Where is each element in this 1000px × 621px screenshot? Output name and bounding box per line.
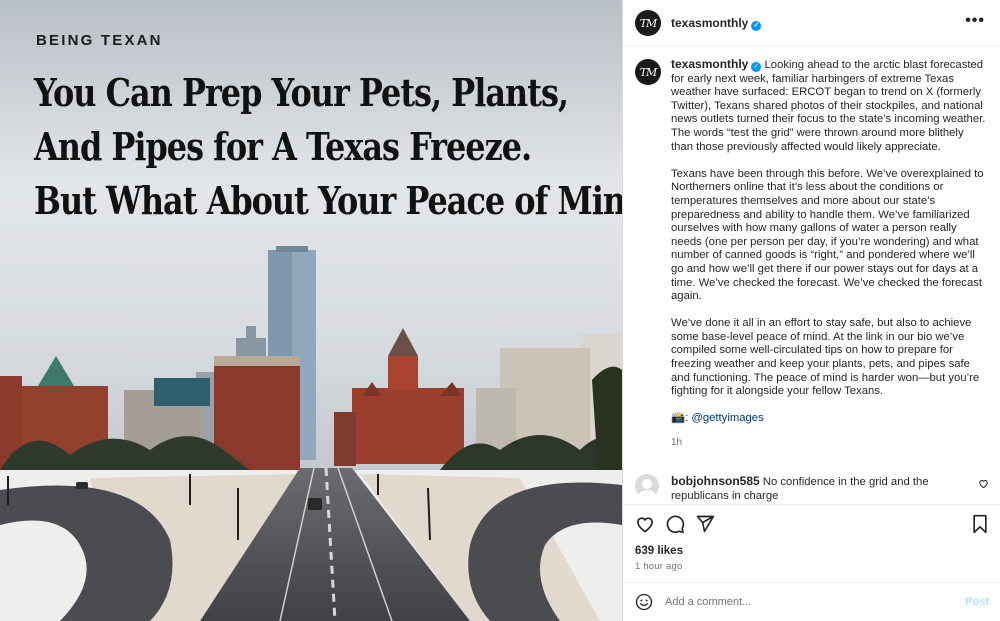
caption-paragraph-2: Texans have been through this before. We…: [671, 167, 984, 303]
caption-age[interactable]: 1h: [671, 436, 987, 450]
commenter-username[interactable]: bobjohnson585: [671, 474, 760, 488]
header-username[interactable]: texasmonthly ✓: [671, 16, 762, 31]
comment-like-heart-icon[interactable]: [978, 478, 989, 489]
headline-line-1: You Can Prep Your Pets, Plants,: [34, 70, 569, 115]
share-send-icon[interactable]: [695, 514, 715, 539]
post-image[interactable]: BEING TEXAN You Can Prep Your Pets, Plan…: [0, 0, 622, 621]
comment-text: bobjohnson585 No confidence in the grid …: [671, 474, 971, 503]
caption: TM texasmonthly ✓ Looking ahead to the ar…: [623, 46, 1000, 464]
more-horizontal-icon[interactable]: •••: [965, 12, 985, 30]
article-kicker: BEING TEXAN: [36, 32, 163, 49]
emoji-smiley-icon[interactable]: [635, 593, 653, 616]
caption-paragraph-1: Looking ahead to the arctic blast foreca…: [671, 59, 986, 153]
headline-line-3: But What About Your Peace of Mind?: [34, 178, 622, 223]
post-actions: 639 likes 1 hour ago: [623, 504, 1000, 582]
post-sidebar: TM texasmonthly ✓ ••• TM texasmonthly ✓ Lo…: [622, 0, 1000, 621]
verified-badge-icon: ✓: [751, 62, 762, 72]
article-headline: You Can Prep Your Pets, Plants, And Pipe…: [34, 66, 622, 228]
post-timestamp[interactable]: 1 hour ago: [635, 561, 682, 572]
post-comment-button[interactable]: Post: [965, 596, 989, 608]
commenter-avatar[interactable]: [635, 474, 659, 498]
caption-username[interactable]: texasmonthly: [671, 57, 748, 71]
username-text[interactable]: texasmonthly: [671, 16, 748, 30]
comment-input[interactable]: [665, 591, 945, 613]
caption-avatar[interactable]: TM: [635, 59, 661, 85]
add-comment-bar: Post: [623, 582, 1000, 621]
caption-body: texasmonthly ✓ Looking ahead to the arcti…: [671, 57, 987, 450]
camera-emoji-icon: 📸: [671, 412, 686, 425]
comment-bubble-icon[interactable]: [665, 514, 685, 539]
comment-item: bobjohnson585 No confidence in the grid …: [623, 470, 1000, 504]
caption-paragraph-3: We’ve done it all in an effort to stay s…: [671, 317, 980, 398]
likes-count[interactable]: 639 likes: [635, 545, 683, 557]
headline-line-2: And Pipes for A Texas Freeze.: [34, 124, 532, 169]
post-header: TM texasmonthly ✓ •••: [623, 0, 1000, 46]
verified-badge-icon: ✓: [751, 21, 762, 31]
bookmark-icon[interactable]: [971, 514, 989, 539]
credit-handle-link[interactable]: @gettyimages: [691, 412, 763, 424]
avatar[interactable]: TM: [635, 10, 661, 36]
like-heart-icon[interactable]: [635, 514, 655, 539]
